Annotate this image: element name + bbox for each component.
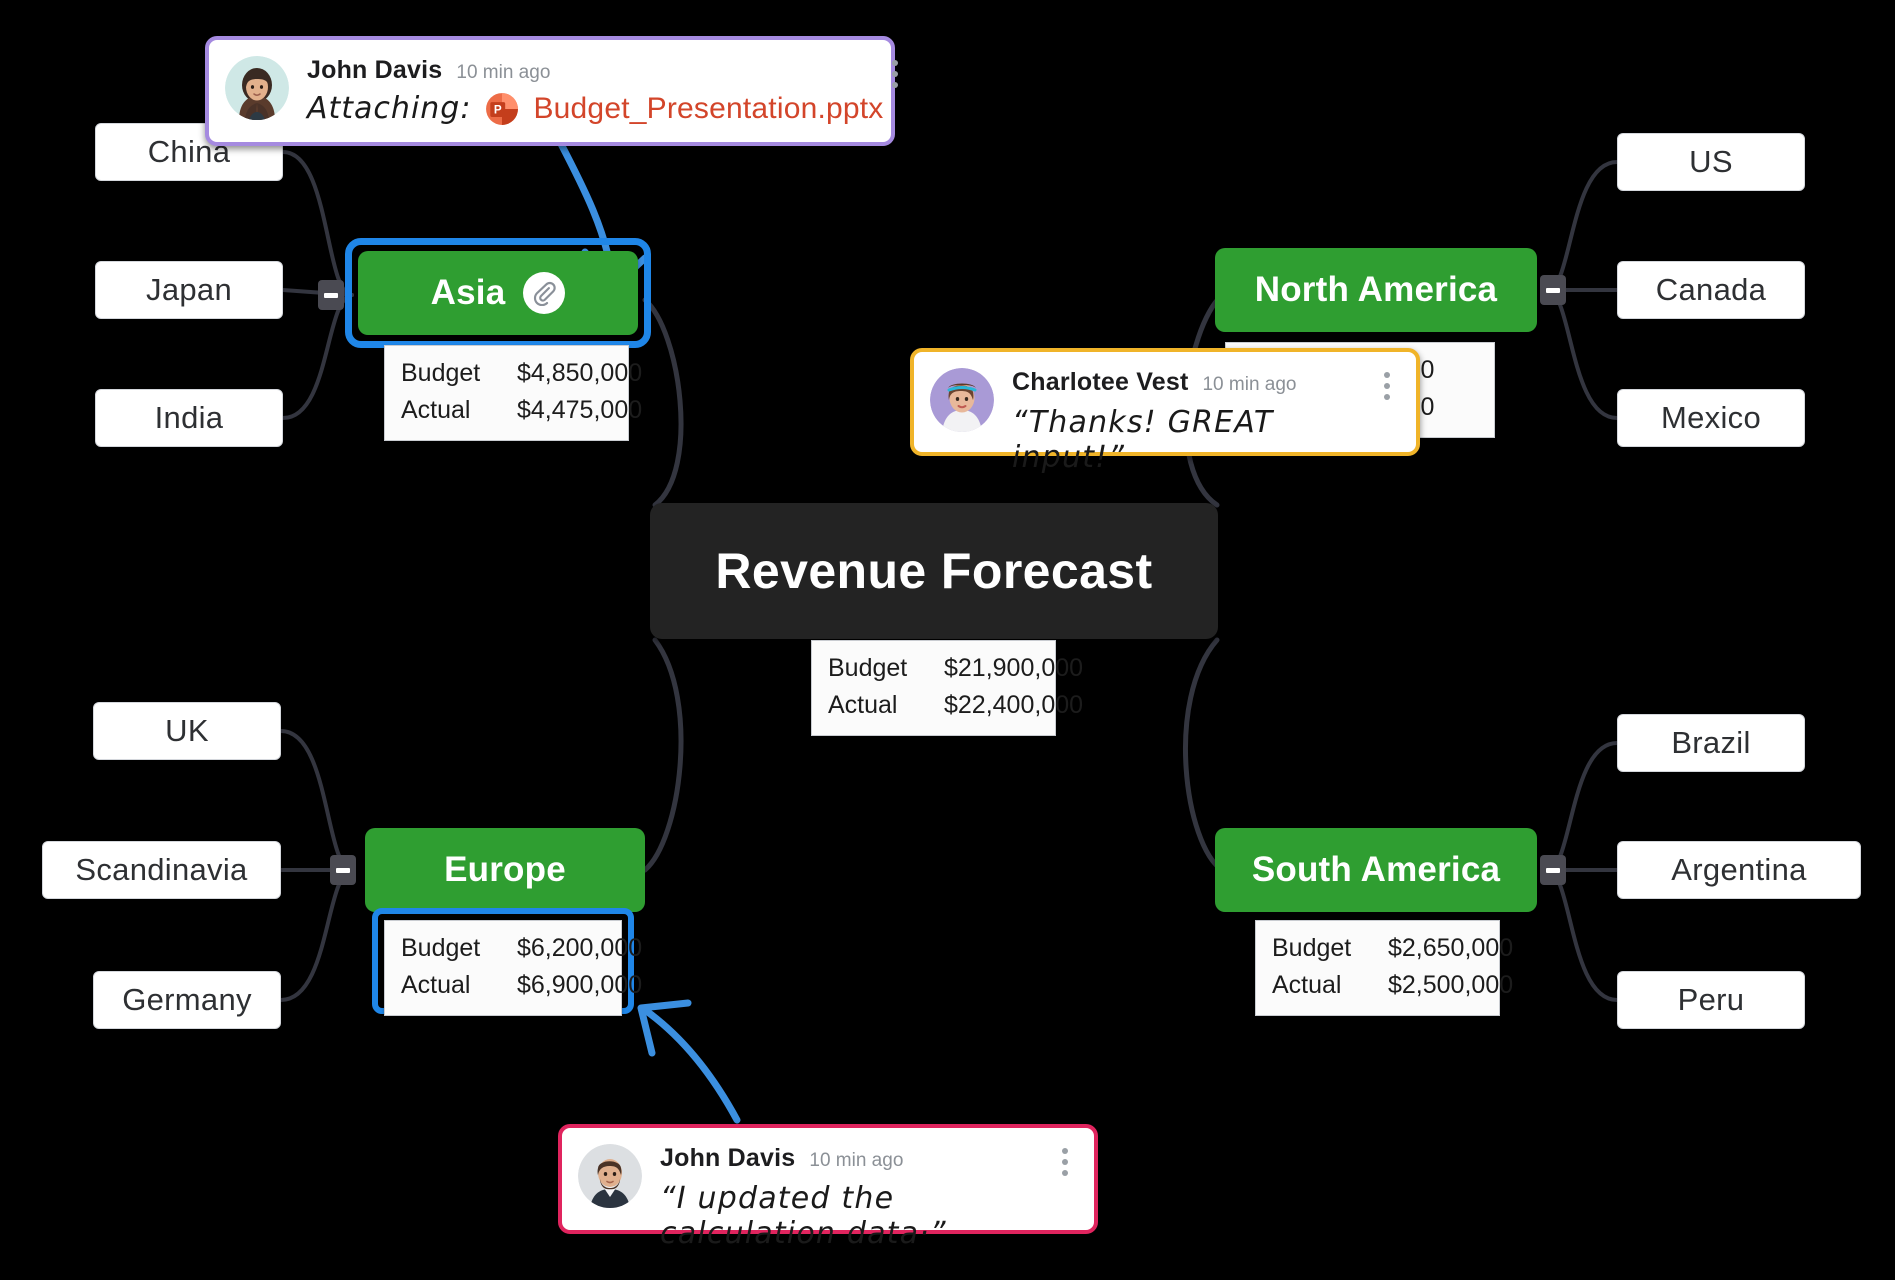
table-row: Budget $4,850,000 [401,355,642,392]
collapse-toggle-north-america[interactable] [1540,275,1566,305]
branch-label-europe: Europe [444,850,566,889]
root-data-table[interactable]: Budget $21,900,000 Actual $22,400,000 [811,640,1083,736]
row-value: $22,400,000 [944,691,1084,719]
row-value: $6,900,000 [517,971,643,999]
table-row: Budget $2,650,000 [1272,930,1513,967]
collapse-minus-icon [324,292,338,298]
leaf-label: Mexico [1661,400,1761,435]
avatar [225,56,289,120]
root-node[interactable]: Revenue Forecast [650,503,1218,639]
table-row: Budget $6,200,000 [401,930,642,967]
row-label: Actual [828,691,898,719]
comment-header: John Davis 10 min ago [660,1144,1044,1173]
row-label: Actual [401,396,471,424]
south-america-data-table[interactable]: Budget $2,650,000 Actual $2,500,000 [1255,920,1513,1016]
collapse-minus-icon [336,867,350,873]
leaf-node-uk[interactable]: UK [93,702,281,760]
row-label: Budget [401,359,481,387]
table-row: Actual $6,900,000 [401,967,642,1004]
comment-body: John Davis 10 min ago “I updated the cal… [660,1142,1044,1251]
comment-timestamp: 10 min ago [809,1150,904,1171]
branch-label-north-america: North America [1254,270,1498,309]
kebab-menu-icon[interactable] [891,54,898,88]
branch-label-south-america: South America [1251,850,1501,889]
attachment-file-name[interactable]: Budget_Presentation.pptx [533,92,883,126]
leaf-label: US [1689,144,1733,179]
table-row: Actual $22,400,000 [828,687,1083,724]
comment-card-update[interactable]: John Davis 10 min ago “I updated the cal… [558,1124,1098,1251]
leaf-node-canada[interactable]: Canada [1617,261,1805,319]
row-label: Actual [1272,971,1342,999]
branch-node-north-america[interactable]: North America [1215,248,1537,332]
svg-text:P: P [494,103,502,116]
kebab-menu-icon[interactable] [1374,366,1400,400]
branch-node-europe[interactable]: Europe [365,828,645,912]
leaf-node-japan[interactable]: Japan [95,261,283,319]
leaf-label: Scandinavia [75,852,248,887]
comment-text: “I updated the calculation data·” [660,1181,947,1251]
leaf-node-scandinavia[interactable]: Scandinavia [42,841,281,899]
mindmap-canvas[interactable]: Revenue Forecast Budget $21,900,000 Actu… [0,0,1895,1280]
avatar [578,1144,642,1208]
collapse-minus-icon [1546,287,1560,293]
leaf-label: India [154,400,224,435]
leaf-label: Canada [1655,272,1767,307]
collapse-minus-icon [1546,867,1560,873]
asia-data-table[interactable]: Budget $4,850,000 Actual $4,475,000 [384,345,642,441]
branch-node-asia[interactable]: Asia [358,251,638,335]
collapse-toggle-europe[interactable] [330,855,356,885]
root-label: Revenue Forecast [715,543,1153,599]
row-value: $21,900,000 [944,654,1084,682]
leaf-label: Germany [122,982,252,1017]
row-value: $2,650,000 [1388,934,1514,962]
europe-data-table[interactable]: Budget $6,200,000 Actual $6,900,000 [384,920,642,1016]
comment-card-praise[interactable]: Charlotee Vest 10 min ago “Thanks! GREAT… [910,348,1420,475]
comment-body: Charlotee Vest 10 min ago “Thanks! GREAT… [1012,366,1366,475]
comment-author: John Davis [307,56,443,84]
leaf-node-germany[interactable]: Germany [93,971,281,1029]
comment-card-attachment[interactable]: John Davis 10 min ago Attaching: P Budge… [205,36,898,146]
collapse-toggle-asia[interactable] [318,280,344,310]
comment-text: “Thanks! GREAT input!” [1012,405,1274,475]
comment-author: Charlotee Vest [1012,368,1189,396]
attachment-label: Attaching: [307,91,472,126]
leaf-node-india[interactable]: India [95,389,283,447]
leaf-label: Brazil [1671,725,1751,760]
branch-node-south-america[interactable]: South America [1215,828,1537,912]
leaf-label: Japan [146,272,232,307]
row-value: $2,500,000 [1388,971,1514,999]
leaf-label: Argentina [1671,852,1807,887]
leaf-node-us[interactable]: US [1617,133,1805,191]
row-label: Budget [1272,934,1352,962]
comment-timestamp: 10 min ago [456,62,551,83]
comment-body: John Davis 10 min ago Attaching: P Budge… [307,54,884,126]
leaf-label: Peru [1677,982,1745,1017]
comment-header: John Davis 10 min ago [307,56,884,85]
leaf-node-mexico[interactable]: Mexico [1617,389,1805,447]
row-label: Budget [401,934,481,962]
branch-label-asia: Asia [430,273,506,312]
comment-header: Charlotee Vest 10 min ago [1012,368,1366,397]
attachment-row: Attaching: P Budget_Presentation.pptx [307,91,884,126]
row-value: $4,850,000 [517,359,643,387]
paperclip-icon[interactable] [523,272,566,314]
leaf-label: UK [165,713,209,748]
table-row: Budget $21,900,000 [828,650,1083,687]
table-row: Actual $4,475,000 [401,392,642,429]
row-value: $4,475,000 [517,396,643,424]
leaf-node-argentina[interactable]: Argentina [1617,841,1861,899]
row-label: Budget [828,654,908,682]
comment-author: John Davis [660,1144,796,1172]
row-label: Actual [401,971,471,999]
powerpoint-icon: P [485,92,519,126]
collapse-toggle-south-america[interactable] [1540,855,1566,885]
leaf-node-peru[interactable]: Peru [1617,971,1805,1029]
avatar [930,368,994,432]
comment-timestamp: 10 min ago [1202,374,1297,395]
update-arrow [637,999,741,1124]
row-value: $6,200,000 [517,934,643,962]
kebab-menu-icon[interactable] [1052,1142,1078,1176]
table-row: Actual $2,500,000 [1272,967,1513,1004]
leaf-node-brazil[interactable]: Brazil [1617,714,1805,772]
